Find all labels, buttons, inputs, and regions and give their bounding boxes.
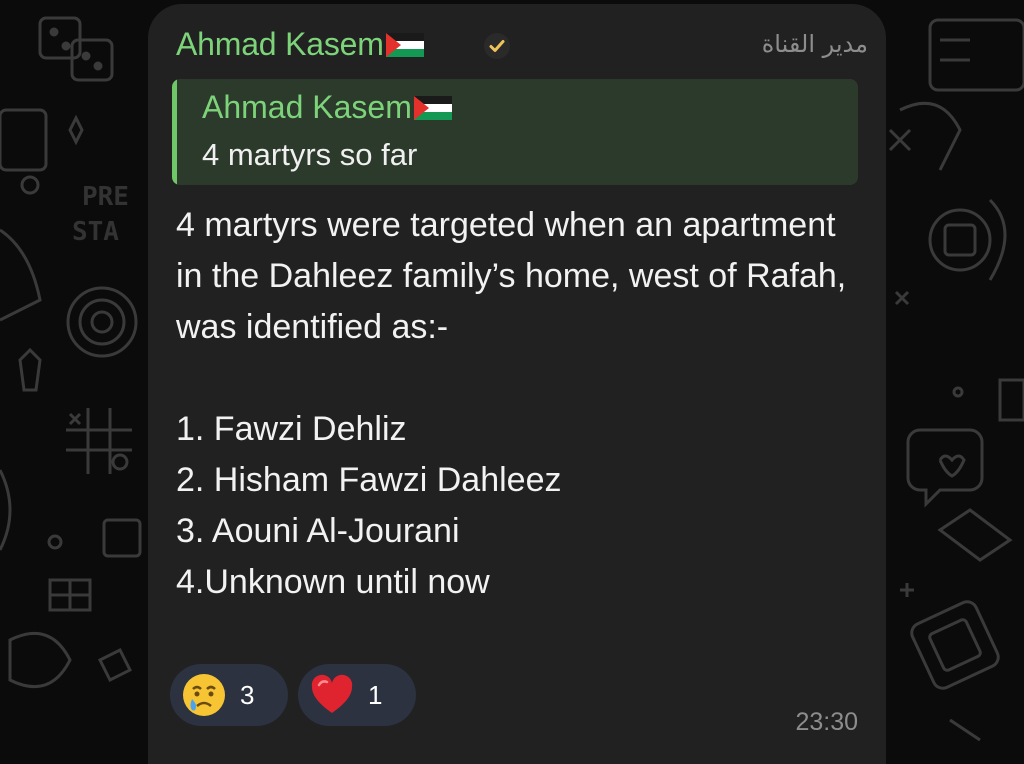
reaction-crying[interactable]: 3 (170, 664, 288, 726)
reaction-heart[interactable]: 1 (298, 664, 416, 726)
sender-name-text[interactable]: Ahmad Kasem (176, 26, 384, 62)
palestine-flag-icon (385, 32, 424, 57)
sender-name[interactable]: Ahmad Kasem (176, 26, 424, 63)
reply-accent-bar (172, 79, 177, 185)
svg-text:PRE: PRE (82, 182, 129, 212)
admin-role-label: مدير القناة (761, 30, 868, 58)
svg-text:STA: STA (72, 217, 119, 247)
message-bubble[interactable]: Ahmad Kasem مدير القناة Ahmad Kasem 4 ma… (148, 4, 886, 764)
reply-preview[interactable]: Ahmad Kasem 4 martyrs so far (172, 79, 858, 185)
message-timestamp: 23:30 (795, 708, 858, 736)
dice-doodle (38, 16, 114, 82)
message-text: 4 martyrs were targeted when an apartmen… (176, 206, 847, 601)
red-heart-icon (311, 674, 353, 713)
verified-badge-icon (484, 33, 510, 59)
crying-face-icon (183, 674, 225, 716)
message-header: Ahmad Kasem مدير القناة (176, 24, 868, 68)
reply-sender-name: Ahmad Kasem (202, 89, 452, 126)
reply-sender-text: Ahmad Kasem (202, 89, 412, 125)
palestine-flag-icon (413, 95, 452, 120)
reply-text: 4 martyrs so far (202, 137, 418, 172)
reaction-count: 1 (368, 679, 383, 710)
reaction-count: 3 (240, 679, 255, 710)
